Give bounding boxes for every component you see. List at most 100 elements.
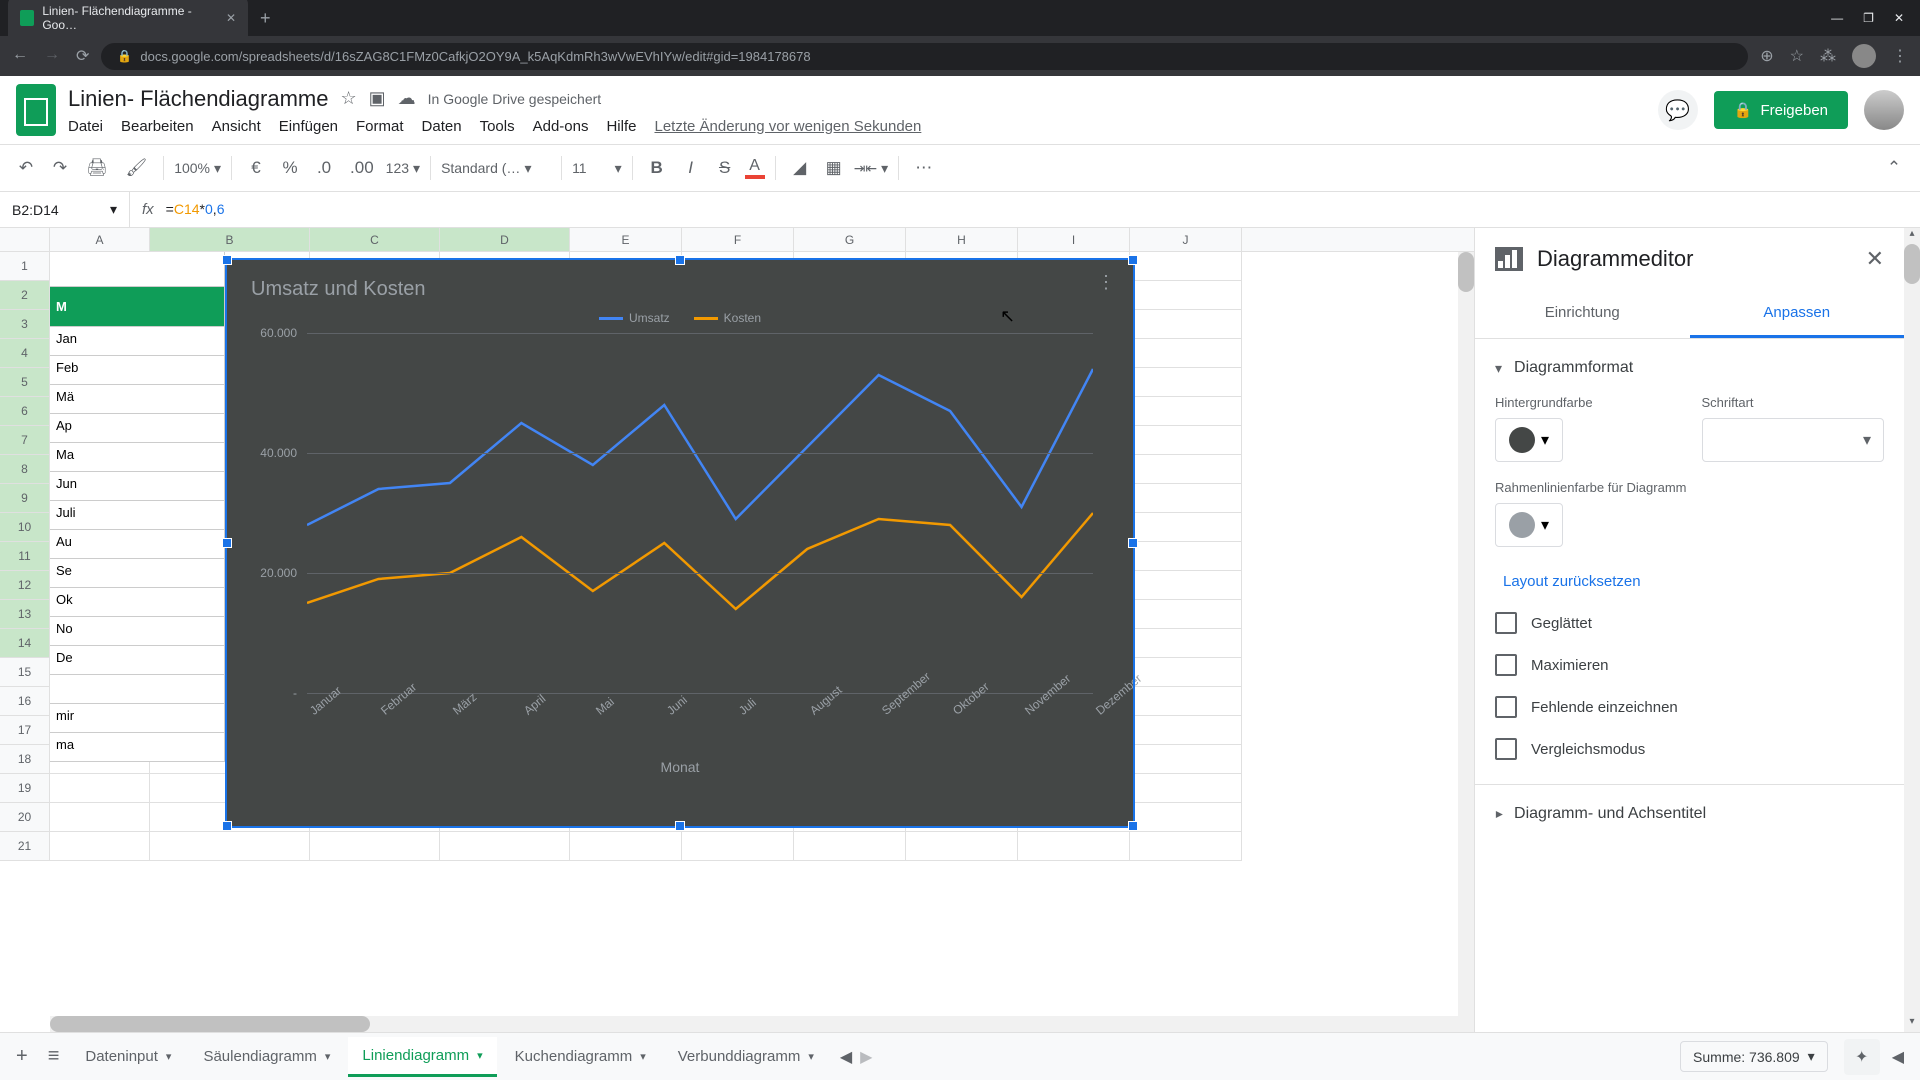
sheet-tab[interactable]: Säulendiagramm▾ — [189, 1038, 344, 1075]
cell[interactable]: Se — [50, 559, 225, 588]
paint-format-button[interactable]: 🖌 — [120, 152, 154, 184]
currency-button[interactable]: € — [242, 152, 270, 184]
column-header[interactable]: A — [50, 228, 150, 251]
menu-file[interactable]: Datei — [68, 118, 103, 135]
borders-button[interactable]: ▦ — [820, 152, 848, 184]
browser-tab[interactable]: Linien- Flächendiagramme - Goo… ✕ — [8, 0, 248, 40]
sheets-logo-icon[interactable] — [16, 84, 56, 136]
checkbox-compare[interactable]: Vergleichsmodus — [1495, 728, 1884, 770]
cell[interactable] — [1130, 803, 1242, 832]
doc-title[interactable]: Linien- Flächendiagramme — [68, 86, 328, 112]
column-header[interactable]: J — [1130, 228, 1242, 251]
tab-customize[interactable]: Anpassen — [1690, 290, 1905, 338]
row-header[interactable]: 3 — [0, 310, 50, 339]
cell[interactable]: Juli — [50, 501, 225, 530]
close-window-icon[interactable]: ✕ — [1894, 11, 1904, 25]
cell[interactable] — [682, 832, 794, 861]
menu-format[interactable]: Format — [356, 118, 404, 135]
zoom-icon[interactable]: ⊕ — [1760, 46, 1773, 66]
column-header[interactable]: C — [310, 228, 440, 251]
percent-button[interactable]: % — [276, 152, 304, 184]
menu-tools[interactable]: Tools — [480, 118, 515, 135]
row-header[interactable]: 17 — [0, 716, 50, 745]
row-header[interactable]: 5 — [0, 368, 50, 397]
resize-handle[interactable] — [222, 821, 232, 831]
cell[interactable]: Feb — [50, 356, 225, 385]
side-panel-toggle[interactable]: ◀ — [1884, 1039, 1912, 1075]
row-header[interactable]: 14 — [0, 629, 50, 658]
row-header[interactable]: 6 — [0, 397, 50, 426]
menu-help[interactable]: Hilfe — [606, 118, 636, 135]
cell[interactable] — [1130, 513, 1242, 542]
back-button[interactable]: ← — [12, 46, 28, 66]
cell[interactable] — [1130, 368, 1242, 397]
cell[interactable]: Jan — [50, 327, 225, 356]
share-button[interactable]: 🔒 Freigeben — [1714, 91, 1848, 129]
row-header[interactable]: 10 — [0, 513, 50, 542]
cell[interactable]: Mä — [50, 385, 225, 414]
cell[interactable] — [570, 832, 682, 861]
summary-box[interactable]: Summe: 736.809▾ — [1680, 1041, 1828, 1072]
cell[interactable] — [1130, 310, 1242, 339]
text-color-button[interactable]: A — [745, 157, 765, 179]
cell[interactable]: De — [50, 646, 225, 675]
url-field[interactable]: 🔒 docs.google.com/spreadsheets/d/16sZAG8… — [101, 43, 1748, 70]
menu-insert[interactable]: Einfügen — [279, 118, 338, 135]
row-header[interactable]: 20 — [0, 803, 50, 832]
cell[interactable] — [906, 832, 1018, 861]
column-header[interactable]: G — [794, 228, 906, 251]
cell[interactable] — [1130, 687, 1242, 716]
section-titles[interactable]: ▾ Diagramm- und Achsentitel — [1495, 799, 1884, 829]
sheet-tab-active[interactable]: Liniendiagramm▾ — [348, 1037, 496, 1077]
collapse-toolbar-button[interactable]: ⌃ — [1880, 152, 1908, 184]
italic-button[interactable]: I — [677, 152, 705, 184]
next-sheet-button[interactable]: ▶ — [860, 1047, 872, 1067]
cell[interactable] — [1130, 774, 1242, 803]
row-header[interactable]: 13 — [0, 600, 50, 629]
checkbox-smooth[interactable]: Geglättet — [1495, 602, 1884, 644]
cell[interactable] — [1130, 252, 1242, 281]
column-header[interactable]: B — [150, 228, 310, 251]
all-sheets-button[interactable]: ≡ — [40, 1037, 68, 1076]
tab-close-icon[interactable]: ✕ — [226, 11, 236, 25]
more-button[interactable]: ⋯ — [909, 152, 938, 184]
bookmark-icon[interactable]: ☆ — [1790, 46, 1804, 66]
sheet-tab[interactable]: Verbunddiagramm▾ — [664, 1038, 828, 1075]
resize-handle[interactable] — [1128, 821, 1138, 831]
bg-color-picker[interactable]: ▾ — [1495, 418, 1563, 462]
cell[interactable] — [1130, 484, 1242, 513]
cell[interactable] — [1130, 716, 1242, 745]
profile-avatar-icon[interactable] — [1852, 44, 1876, 68]
reload-button[interactable]: ⟳ — [76, 46, 89, 66]
cell[interactable]: ma — [50, 733, 225, 762]
row-header[interactable]: 1 — [0, 252, 50, 281]
font-select[interactable]: Standard (… ▾ — [441, 160, 551, 177]
cell[interactable] — [440, 832, 570, 861]
row-header[interactable]: 2 — [0, 281, 50, 310]
resize-handle[interactable] — [222, 538, 232, 548]
row-header[interactable]: 11 — [0, 542, 50, 571]
user-avatar[interactable] — [1864, 90, 1904, 130]
tab-setup[interactable]: Einrichtung — [1475, 290, 1690, 338]
sidebar-scrollbar[interactable]: ▴ ▾ — [1904, 228, 1920, 1032]
menu-edit[interactable]: Bearbeiten — [121, 118, 194, 135]
row-header[interactable]: 19 — [0, 774, 50, 803]
maximize-icon[interactable]: ❐ — [1863, 11, 1874, 25]
star-icon[interactable]: ☆ — [340, 88, 356, 109]
cell[interactable] — [1130, 339, 1242, 368]
cell[interactable] — [1130, 455, 1242, 484]
cell[interactable] — [794, 832, 906, 861]
cell[interactable] — [1018, 832, 1130, 861]
vertical-scrollbar[interactable] — [1458, 252, 1474, 1016]
cell[interactable] — [1130, 571, 1242, 600]
cell[interactable] — [1130, 658, 1242, 687]
checkbox-missing[interactable]: Fehlende einzeichnen — [1495, 686, 1884, 728]
chart-container[interactable]: Umsatz und Kosten ⋮ UmsatzKosten -20.000… — [225, 258, 1135, 828]
resize-handle[interactable] — [675, 255, 685, 265]
cell[interactable] — [1130, 832, 1242, 861]
undo-button[interactable]: ↶ — [12, 152, 40, 184]
font-dropdown[interactable]: ▾ — [1702, 418, 1885, 462]
new-tab-button[interactable]: + — [260, 8, 271, 29]
merge-button[interactable]: ⇥⇤ ▾ — [854, 160, 889, 177]
sheet-tab[interactable]: Kuchendiagramm▾ — [501, 1038, 660, 1075]
